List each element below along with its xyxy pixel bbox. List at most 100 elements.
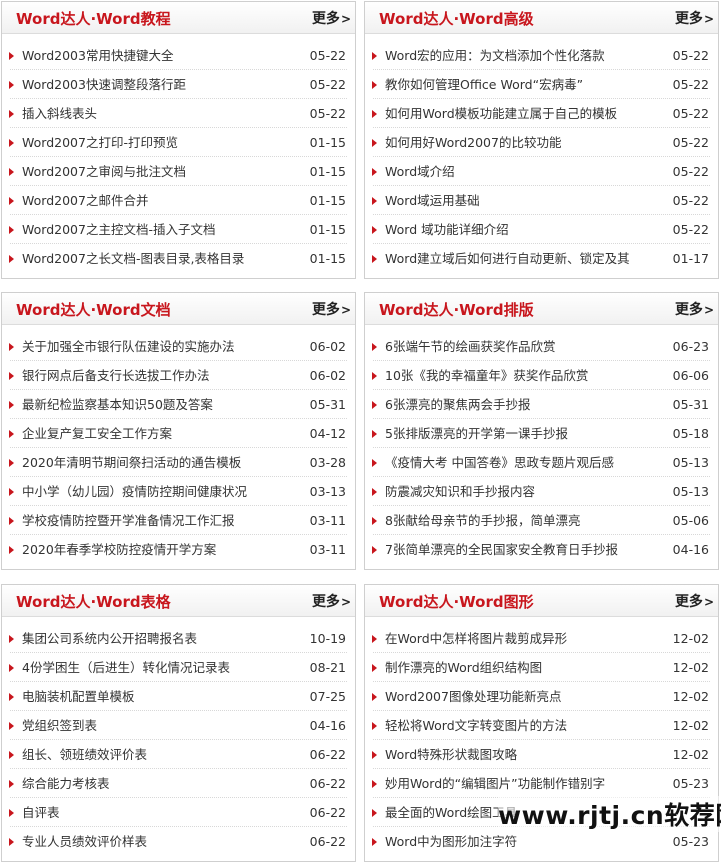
article-link[interactable]: 5张排版漂亮的开学第一课手抄报 <box>385 419 650 448</box>
article-link[interactable]: 中小学（幼儿园）疫情防控期间健康状况 <box>22 477 287 506</box>
panel-header: Word达人·Word教程 更多> <box>2 2 355 34</box>
bullet-icon <box>9 52 14 60</box>
more-link[interactable]: 更多> <box>675 591 714 611</box>
bullet-icon <box>372 459 377 467</box>
article-link[interactable]: Word2007图像处理功能新亮点 <box>385 682 650 711</box>
bullet-icon <box>9 459 14 467</box>
article-link[interactable]: 专业人员绩效评价样表 <box>22 827 287 856</box>
list-item: 电脑装机配置单模板 07-25 <box>2 682 355 711</box>
panel-header: Word达人·Word表格 更多> <box>2 585 355 617</box>
list-item: 7张简单漂亮的全民国家安全教育日手抄报 04-16 <box>365 535 718 564</box>
panel-word-advanced: Word达人·Word高级 更多> Word宏的应用：为文档添加个性化落款 05-… <box>364 1 719 279</box>
article-link[interactable]: Word2007之打印-打印预览 <box>22 128 287 157</box>
article-link[interactable]: 关于加强全市银行队伍建设的实施办法 <box>22 332 287 361</box>
bullet-icon <box>372 139 377 147</box>
list-item: 中小学（幼儿园）疫情防控期间健康状况 03-13 <box>2 477 355 506</box>
article-link[interactable]: 6张漂亮的聚焦两会手抄报 <box>385 390 650 419</box>
article-date: 01-15 <box>309 164 346 179</box>
list-item: Word2007之邮件合并 01-15 <box>2 186 355 215</box>
more-link[interactable]: 更多> <box>675 8 714 28</box>
article-date: 03-11 <box>309 513 346 528</box>
article-date: 05-22 <box>672 106 709 121</box>
more-link[interactable]: 更多> <box>312 8 351 28</box>
bullet-icon <box>372 372 377 380</box>
article-link[interactable]: 综合能力考核表 <box>22 769 287 798</box>
article-link[interactable]: 组长、领班绩效评价表 <box>22 740 287 769</box>
article-link[interactable]: Word2007之主控文档-插入子文档 <box>22 215 287 244</box>
bullet-icon <box>372 81 377 89</box>
bullet-icon <box>372 664 377 672</box>
article-link[interactable]: 最新纪检监察基本知识50题及答案 <box>22 390 287 419</box>
article-link[interactable]: 防震减灾知识和手抄报内容 <box>385 477 650 506</box>
article-link[interactable]: Word域介绍 <box>385 157 650 186</box>
article-link[interactable]: Word2003常用快捷键大全 <box>22 41 287 70</box>
bullet-icon <box>9 751 14 759</box>
article-link[interactable]: 6张端午节的绘画获奖作品欣赏 <box>385 332 650 361</box>
article-link[interactable]: Word2007之审阅与批注文档 <box>22 157 287 186</box>
bullet-icon <box>9 372 14 380</box>
article-date: 12-02 <box>672 689 709 704</box>
more-link[interactable]: 更多> <box>312 591 351 611</box>
bullet-icon <box>372 693 377 701</box>
bullet-icon <box>372 226 377 234</box>
article-link[interactable]: 10张《我的幸福童年》获奖作品欣赏 <box>385 361 650 390</box>
article-link[interactable]: 党组织签到表 <box>22 711 287 740</box>
article-link[interactable]: 2020年春季学校防控疫情开学方案 <box>22 535 287 564</box>
article-link[interactable]: 教你如何管理Office Word“宏病毒” <box>385 70 650 99</box>
article-link[interactable]: 2020年清明节期间祭扫活动的通告模板 <box>22 448 287 477</box>
article-link[interactable]: 企业复产复工安全工作方案 <box>22 419 287 448</box>
list-item: 轻松将Word文字转变图片的方法 12-02 <box>365 711 718 740</box>
article-link[interactable]: Word2003快速调整段落行距 <box>22 70 287 99</box>
article-date: 01-17 <box>672 251 709 266</box>
list-item: 学校疫情防控暨开学准备情况工作汇报 03-11 <box>2 506 355 535</box>
article-link[interactable]: 在Word中怎样将图片裁剪成异形 <box>385 624 650 653</box>
article-list: 集团公司系统内公开招聘报名表 10-19 4份学困生（后进生）转化情况记录表 08-… <box>2 624 355 856</box>
article-link[interactable]: 如何用Word模板功能建立属于自己的模板 <box>385 99 650 128</box>
panel-header: Word达人·Word文档 更多> <box>2 293 355 325</box>
article-link[interactable]: Word宏的应用：为文档添加个性化落款 <box>385 41 650 70</box>
article-link[interactable]: 8张献给母亲节的手抄报，简单漂亮 <box>385 506 650 535</box>
article-link[interactable]: 集团公司系统内公开招聘报名表 <box>22 624 287 653</box>
article-link[interactable]: Word 域功能详细介绍 <box>385 215 650 244</box>
article-link[interactable]: 自评表 <box>22 798 287 827</box>
article-link[interactable]: Word域运用基础 <box>385 186 650 215</box>
chevron-right-icon: > <box>340 12 351 26</box>
article-link[interactable]: 轻松将Word文字转变图片的方法 <box>385 711 650 740</box>
article-link[interactable]: Word2007之长文档-图表目录,表格目录 <box>22 244 287 273</box>
article-link[interactable]: 银行网点后备支行长选拔工作办法 <box>22 361 287 390</box>
panel-title: Word达人·Word图形 <box>379 593 534 611</box>
list-item: 在Word中怎样将图片裁剪成异形 12-02 <box>365 624 718 653</box>
article-date: 05-22 <box>672 193 709 208</box>
more-link[interactable]: 更多> <box>312 299 351 319</box>
article-date: 01-15 <box>309 193 346 208</box>
more-link[interactable]: 更多> <box>675 299 714 319</box>
list-item: Word2007之审阅与批注文档 01-15 <box>2 157 355 186</box>
panel-word-tables: Word达人·Word表格 更多> 集团公司系统内公开招聘报名表 10-19 4份… <box>1 584 356 862</box>
article-link[interactable]: 插入斜线表头 <box>22 99 287 128</box>
article-link[interactable]: 妙用Word的“编辑图片”功能制作错别字 <box>385 769 650 798</box>
article-date: 06-22 <box>309 805 346 820</box>
article-link[interactable]: 4份学困生（后进生）转化情况记录表 <box>22 653 287 682</box>
article-link[interactable]: 制作漂亮的Word组织结构图 <box>385 653 650 682</box>
article-link[interactable]: 电脑装机配置单模板 <box>22 682 287 711</box>
list-item: 《疫情大考 中国答卷》思政专题片观后感 05-13 <box>365 448 718 477</box>
list-item: Word域介绍 05-22 <box>365 157 718 186</box>
article-link[interactable]: Word2007之邮件合并 <box>22 186 287 215</box>
article-link[interactable]: 7张简单漂亮的全民国家安全教育日手抄报 <box>385 535 650 564</box>
article-date: 06-02 <box>309 368 346 383</box>
article-date: 06-02 <box>309 339 346 354</box>
article-link[interactable]: 《疫情大考 中国答卷》思政专题片观后感 <box>385 448 650 477</box>
bullet-icon <box>372 838 377 846</box>
bullet-icon <box>9 838 14 846</box>
article-list: 关于加强全市银行队伍建设的实施办法 06-02 银行网点后备支行长选拔工作办法 06… <box>2 332 355 564</box>
bullet-icon <box>9 664 14 672</box>
bullet-icon <box>9 517 14 525</box>
article-link[interactable]: Word特殊形状裁图攻略 <box>385 740 650 769</box>
bullet-icon <box>372 809 377 817</box>
bullet-icon <box>9 635 14 643</box>
article-link[interactable]: Word建立域后如何进行自动更新、锁定及其 <box>385 244 650 273</box>
bullet-icon <box>9 546 14 554</box>
panel-header: Word达人·Word排版 更多> <box>365 293 718 325</box>
article-link[interactable]: 如何用好Word2007的比较功能 <box>385 128 650 157</box>
article-link[interactable]: 学校疫情防控暨开学准备情况工作汇报 <box>22 506 287 535</box>
